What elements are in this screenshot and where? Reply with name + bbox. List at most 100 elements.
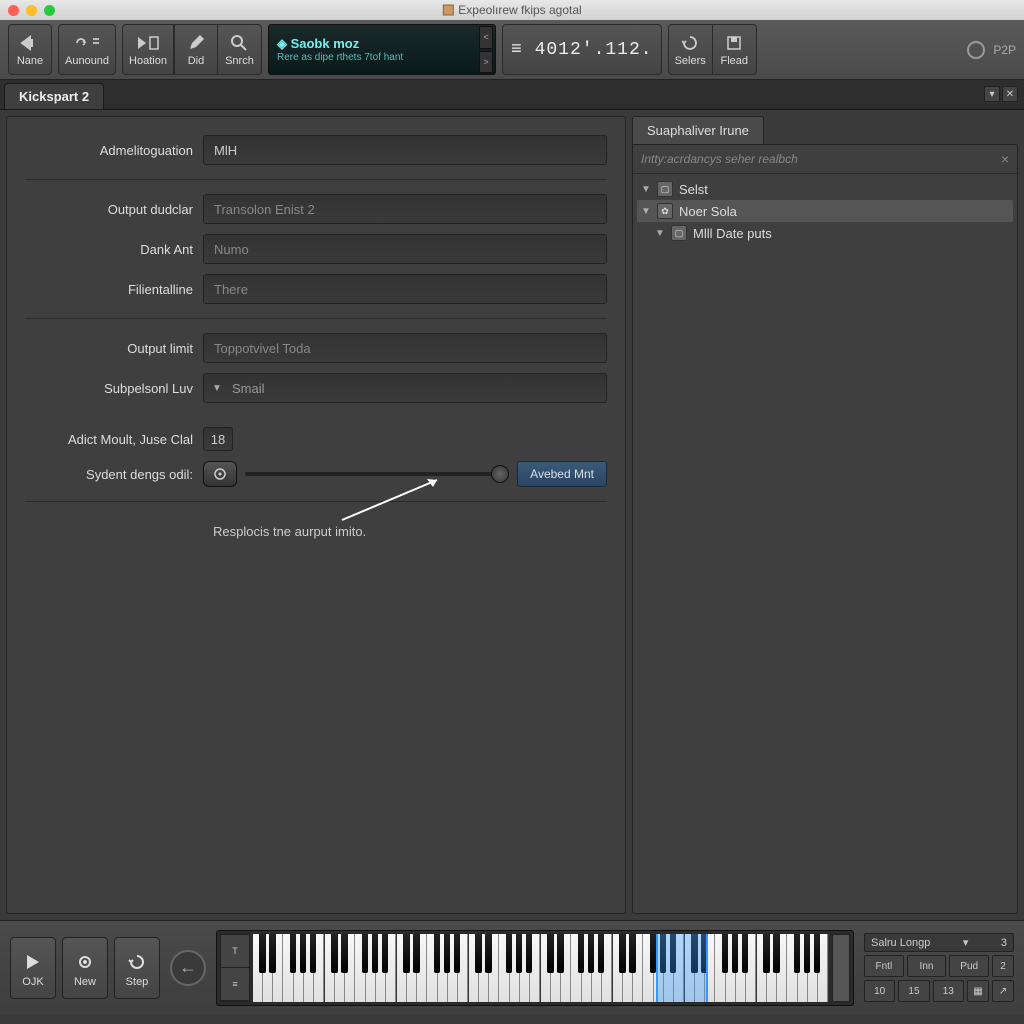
hint-text: Resplocis tne aurput imito. xyxy=(213,524,607,539)
zoom-window-button[interactable] xyxy=(44,5,55,16)
clear-search-button[interactable]: × xyxy=(1001,151,1009,167)
adict-input[interactable] xyxy=(203,427,233,451)
browser-panel: Suaphaliver Irune × ▼ ▢ Selst ▼ ✿ Noer Sola ▼ ▢… xyxy=(632,116,1018,914)
disclosure-triangle-icon[interactable]: ▼ xyxy=(641,206,651,217)
new-button[interactable]: New xyxy=(62,937,108,999)
window-title: Expeolırew fkips agotal xyxy=(458,3,581,17)
t-icon[interactable]: T xyxy=(221,935,249,968)
tree-item[interactable]: ▼ ▢ Mlll Date puts xyxy=(637,222,1013,244)
tree-item[interactable]: ▼ ▢ Selst xyxy=(637,178,1013,200)
document-tab-strip: Kickspart 2 ▾ ✕ xyxy=(0,80,1024,110)
keyboard-side-controls[interactable]: T ≡ xyxy=(220,934,250,1002)
chip-button[interactable]: Fntl xyxy=(864,955,904,977)
name-button[interactable]: Nane xyxy=(8,24,52,75)
sydent-slider[interactable] xyxy=(245,472,509,476)
status-circle-icon[interactable] xyxy=(967,41,985,59)
piano-keyboard[interactable] xyxy=(253,934,829,1002)
lcd-prev-button[interactable]: < xyxy=(479,26,493,49)
minimize-window-button[interactable] xyxy=(26,5,37,16)
slider-thumb[interactable] xyxy=(491,465,509,483)
app-icon xyxy=(442,4,454,16)
tab-close-button[interactable]: ✕ xyxy=(1002,86,1018,102)
chip-button[interactable]: 10 xyxy=(864,980,895,1002)
adict-label: Adict Moult, Juse Clal xyxy=(25,432,203,447)
rewind-icon xyxy=(20,35,40,51)
loop-menu-caret[interactable]: ▾ xyxy=(963,936,969,949)
browser-tree: ▼ ▢ Selst ▼ ✿ Noer Sola ▼ ▢ Mlll Date puts xyxy=(633,174,1017,248)
chip-button[interactable]: 13 xyxy=(933,980,964,1002)
admel-input[interactable] xyxy=(203,135,607,165)
play-icon xyxy=(24,953,42,971)
target-icon xyxy=(213,467,227,481)
flead-button[interactable]: Flead xyxy=(713,24,757,75)
admel-label: Admelitoguation xyxy=(25,143,203,158)
play-doc-icon xyxy=(136,35,160,51)
main-toolbar: Nane Aunound Hoation Did Snrch ◈ Saobk m… xyxy=(0,20,1024,80)
divider xyxy=(25,179,607,180)
loop-value[interactable]: 3 xyxy=(1001,937,1007,949)
chip-button[interactable]: Pud xyxy=(949,955,989,977)
step-button[interactable]: Step xyxy=(114,937,160,999)
divider xyxy=(25,501,607,502)
output-limit-label: Output limit xyxy=(25,341,203,356)
refresh-icon xyxy=(682,35,698,51)
filientalline-label: Filientalline xyxy=(25,282,203,297)
output-limit-input[interactable] xyxy=(203,333,607,363)
tab-kickspart[interactable]: Kickspart 2 xyxy=(4,83,104,109)
tree-item-label: Mlll Date puts xyxy=(693,226,772,241)
divider xyxy=(25,318,607,319)
settings-panel: Admelitoguation Output dudclar Dank Ant … xyxy=(6,116,626,914)
window-titlebar: Expeolırew fkips agotal xyxy=(0,0,1024,20)
gear-icon: ✿ xyxy=(657,203,673,219)
did-button[interactable]: Did xyxy=(174,24,218,75)
lcd-next-button[interactable]: > xyxy=(479,51,493,74)
tree-item-label: Noer Sola xyxy=(679,204,737,219)
disclosure-triangle-icon[interactable]: ▼ xyxy=(655,228,665,239)
position-counter[interactable]: ≡ 4012'.112. xyxy=(502,24,662,75)
chip-button[interactable]: 15 xyxy=(898,980,929,1002)
chip-value[interactable]: 2 xyxy=(992,955,1014,977)
disclosure-triangle-icon[interactable]: ▼ xyxy=(641,184,651,195)
aunound-button[interactable]: Aunound xyxy=(58,24,116,75)
lcd-line1: ◈ Saobk moz xyxy=(277,36,487,52)
lcd-line2: Rere as dipe rthets 7tof hant xyxy=(277,52,487,63)
tree-item-label: Selst xyxy=(679,182,708,197)
browser-search-input[interactable] xyxy=(641,152,1001,166)
bars-icon[interactable]: ≡ xyxy=(221,968,249,1001)
sydent-knob[interactable] xyxy=(203,461,237,487)
grid-icon[interactable]: ▦ xyxy=(967,980,989,1002)
chip-button[interactable]: Inn xyxy=(907,955,947,977)
selers-button[interactable]: Selers xyxy=(668,24,713,75)
subpelsonl-select[interactable]: ▼Smail xyxy=(203,373,607,403)
sydent-label: Sydent dengs odil: xyxy=(25,467,203,482)
main-area: Admelitoguation Output dudclar Dank Ant … xyxy=(0,110,1024,920)
filientalline-input[interactable] xyxy=(203,274,607,304)
dank-ant-input[interactable] xyxy=(203,234,607,264)
output-dudclar-input[interactable] xyxy=(203,194,607,224)
loop-controls: Salru Longp ▾ 3 FntlInnPud2 101513▦↗ xyxy=(864,933,1014,1002)
refresh-icon xyxy=(128,953,146,971)
browser-tab[interactable]: Suaphaliver Irune xyxy=(632,116,764,144)
p2p-label[interactable]: P2P xyxy=(993,43,1016,57)
box-icon: ▢ xyxy=(657,181,673,197)
ojk-button[interactable]: OJK xyxy=(10,937,56,999)
keyboard-area: T ≡ xyxy=(216,930,854,1006)
tree-item[interactable]: ▼ ✿ Noer Sola xyxy=(637,200,1013,222)
arrow-icon[interactable]: ↗ xyxy=(992,980,1014,1002)
chevron-down-icon: ▼ xyxy=(212,383,222,394)
box-icon: ▢ xyxy=(671,225,687,241)
pencil-icon xyxy=(188,35,204,51)
subpelsonl-label: Subpelsonl Luv xyxy=(25,381,203,396)
output-dudclar-label: Output dudclar xyxy=(25,202,203,217)
back-button[interactable]: ← xyxy=(170,950,206,986)
keyboard-endcap xyxy=(832,934,850,1002)
hoation-button[interactable]: Hoation xyxy=(122,24,174,75)
lcd-display: ◈ Saobk moz Rere as dipe rthets 7tof han… xyxy=(268,24,496,75)
close-window-button[interactable] xyxy=(8,5,19,16)
snrch-button[interactable]: Snrch xyxy=(218,24,262,75)
save-icon xyxy=(726,35,742,51)
loop-label: Salru Longp xyxy=(871,937,930,949)
avebed-button[interactable]: Avebed Mnt xyxy=(517,461,607,487)
tab-menu-button[interactable]: ▾ xyxy=(984,86,1000,102)
gear-icon xyxy=(76,953,94,971)
